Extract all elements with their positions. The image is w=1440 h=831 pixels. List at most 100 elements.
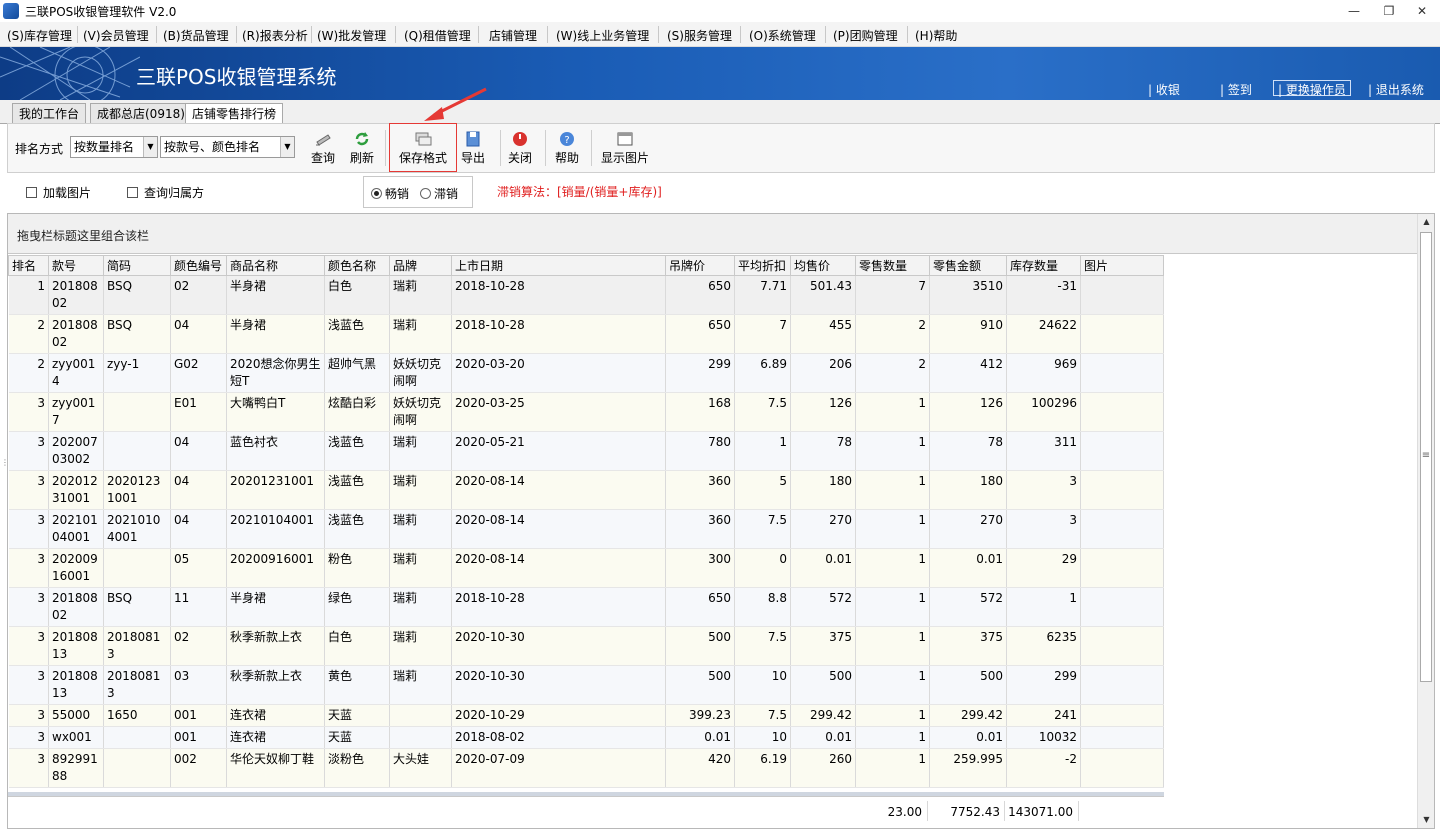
table-row[interactable]: 3 20200703002 04 蓝色衬衣 浅蓝色 瑞莉 2020-05-21 780 1 78 1… xyxy=(8,431,1164,471)
radio-slow-selling[interactable]: 滞销 xyxy=(420,185,458,202)
query-owner-checkbox[interactable]: 查询归属方 xyxy=(127,184,204,201)
menu-bar: (S)库存管理 (V)会员管理 (B)货品管理 (R)报表分析 (W)批发管理 … xyxy=(0,22,1440,47)
table-cell: 浅蓝色 xyxy=(324,470,390,510)
menu-system[interactable]: (O)系统管理 xyxy=(749,27,816,44)
nav-cashier[interactable]: | 收银 xyxy=(1148,81,1180,97)
restore-button[interactable]: ❐ xyxy=(1375,2,1403,20)
menu-wholesale[interactable]: (W)批发管理 xyxy=(317,27,386,44)
help-button[interactable]: ? 帮助 xyxy=(552,128,582,170)
table-row[interactable]: 3 wx001 001 连衣裙 天蓝 2018-08-02 0.01 10 0.01 1 0.01 1… xyxy=(8,726,1164,749)
chevron-down-icon[interactable]: ▼ xyxy=(143,137,157,157)
nav-change-operator[interactable]: | 更换操作员 xyxy=(1273,80,1351,97)
column-header[interactable]: 颜色编号 xyxy=(170,255,227,276)
menu-help[interactable]: (H)帮助 xyxy=(915,27,957,44)
table-cell: 002 xyxy=(170,748,227,788)
table-cell: 7.71 xyxy=(734,275,791,315)
group-by-area[interactable]: 拖曳栏标题这里组合该栏 xyxy=(8,214,1418,254)
column-header[interactable]: 零售数量 xyxy=(855,255,930,276)
column-header[interactable]: 品牌 xyxy=(389,255,452,276)
menu-inventory[interactable]: (S)库存管理 xyxy=(7,27,72,44)
table-cell: 白色 xyxy=(324,275,390,315)
close-window-button[interactable]: ✕ xyxy=(1408,2,1436,20)
ranking-grid: 拖曳栏标题这里组合该栏 排名 款号 简码 颜色编号 商品名称 颜色名称 品牌 上市日期 吊牌价平… xyxy=(7,213,1435,829)
table-cell: 501.43 xyxy=(790,275,856,315)
column-header[interactable]: 零售金额 xyxy=(929,255,1007,276)
table-cell: 3 xyxy=(8,392,49,432)
slow-selling-formula: 滞销算法：[销量/(销量+库存)] xyxy=(497,185,662,199)
vertical-scrollbar[interactable]: ▲ ≡ ▼ xyxy=(1417,214,1434,828)
column-header[interactable]: 款号 xyxy=(48,255,104,276)
sales-type-radio-group: 畅销 滞销 xyxy=(363,176,473,208)
total-retail-qty: 23.00 xyxy=(887,805,922,819)
query-button[interactable]: 查询 xyxy=(308,128,338,170)
table-cell: 78 xyxy=(929,431,1007,471)
table-cell: 0 xyxy=(734,548,791,588)
minimize-button[interactable]: — xyxy=(1340,2,1368,20)
close-button[interactable]: 关闭 xyxy=(505,128,535,170)
column-header[interactable]: 平均折扣 xyxy=(734,255,791,276)
table-cell: 259.995 xyxy=(929,748,1007,788)
table-cell: 2018-10-28 xyxy=(451,314,666,354)
table-row[interactable]: 2 20180802 BSQ 04 半身裙 浅蓝色 瑞莉 2018-10-28 650 7 455 2… xyxy=(8,314,1164,354)
table-cell: -31 xyxy=(1006,275,1081,315)
load-image-checkbox[interactable]: 加载图片 xyxy=(26,184,91,201)
table-cell: 连衣裙 xyxy=(226,726,325,749)
chevron-down-icon[interactable]: ▼ xyxy=(280,137,294,157)
column-header[interactable]: 颜色名称 xyxy=(324,255,390,276)
table-row[interactable]: 2 zyy0014 zyy-1 G02 2020想念你男生短T 超帅气黑 妖妖切克闹啊 202… xyxy=(8,353,1164,393)
menu-store[interactable]: 店铺管理 xyxy=(489,27,537,44)
sort-method-select[interactable]: 按数量排名 ▼ xyxy=(70,136,158,158)
menu-goods[interactable]: (B)货品管理 xyxy=(163,27,229,44)
menu-reports[interactable]: (R)报表分析 xyxy=(242,27,308,44)
menu-member[interactable]: (V)会员管理 xyxy=(83,27,149,44)
table-cell: 2020-03-25 xyxy=(451,392,666,432)
column-header[interactable]: 吊牌价 xyxy=(665,255,735,276)
splitter-grip-icon[interactable]: ⋮ xyxy=(1,458,9,470)
table-row[interactable]: 1 20180802 BSQ 02 半身裙 白色 瑞莉 2018-10-28 650 7.71 50… xyxy=(8,275,1164,315)
table-cell: 瑞莉 xyxy=(389,275,452,315)
table-row[interactable]: 3 20180813 20180813 03 秋季新款上衣 黄色 瑞莉 2020-10-30 5… xyxy=(8,665,1164,705)
table-row[interactable]: 3 89299188 002 华伦天奴柳丁鞋 淡粉色 大头娃 2020-07-09 420 6.… xyxy=(8,748,1164,788)
table-cell: 黄色 xyxy=(324,665,390,705)
table-row[interactable]: 3 20210104001 20210104001 04 20210104001 浅蓝色瑞… xyxy=(8,509,1164,549)
group-method-select[interactable]: 按款号、颜色排名 ▼ xyxy=(160,136,295,158)
tab-chengdu-store[interactable]: 成都总店(0918) xyxy=(90,103,192,124)
column-header[interactable]: 图片 xyxy=(1080,255,1164,276)
nav-exit-system[interactable]: | 退出系统 xyxy=(1368,81,1424,97)
column-header[interactable]: 库存数量 xyxy=(1006,255,1081,276)
tab-workbench[interactable]: 我的工作台 xyxy=(12,103,87,124)
column-header[interactable]: 均售价 xyxy=(790,255,856,276)
table-cell: 3 xyxy=(8,748,49,788)
scroll-up-icon[interactable]: ▲ xyxy=(1418,214,1434,230)
table-cell: 0.01 xyxy=(790,548,856,588)
scroll-down-icon[interactable]: ▼ xyxy=(1418,812,1434,828)
column-header[interactable]: 排名 xyxy=(8,255,49,276)
column-header[interactable]: 简码 xyxy=(103,255,171,276)
table-cell: 淡粉色 xyxy=(324,748,390,788)
column-header[interactable]: 商品名称 xyxy=(226,255,325,276)
export-button[interactable]: 导出 xyxy=(458,128,488,170)
tab-store-retail-ranking[interactable]: 店铺零售排行榜 xyxy=(185,103,284,125)
table-row[interactable]: 3 20200916001 05 20200916001 粉色 瑞莉 2020-08-14 3… xyxy=(8,548,1164,588)
table-cell: 天蓝 xyxy=(324,726,390,749)
menu-service[interactable]: (S)服务管理 xyxy=(667,27,732,44)
radio-hot-selling[interactable]: 畅销 xyxy=(371,185,409,202)
menu-online[interactable]: (W)线上业务管理 xyxy=(556,27,649,44)
menu-groupbuy[interactable]: (P)团购管理 xyxy=(833,27,898,44)
menu-rental[interactable]: (Q)租借管理 xyxy=(404,27,471,44)
show-image-button[interactable]: 显示图片 xyxy=(600,128,650,170)
table-row[interactable]: 3 20180813 20180813 02 秋季新款上衣 白色 瑞莉 2020-10-30 5… xyxy=(8,626,1164,666)
table-row[interactable]: 3 55000 1650 001 连衣裙 天蓝 2020-10-29 399.23 7.5 299… xyxy=(8,704,1164,727)
table-cell: 04 xyxy=(170,470,227,510)
table-row[interactable]: 3 20180802 BSQ 11 半身裙 绿色 瑞莉 2018-10-28 650 8.8 572… xyxy=(8,587,1164,627)
table-cell: 2020想念你男生短T xyxy=(226,353,325,393)
nav-signin[interactable]: | 签到 xyxy=(1220,81,1252,97)
table-cell xyxy=(389,704,452,727)
table-cell: 2020-03-20 xyxy=(451,353,666,393)
table-cell: 20180802 xyxy=(48,275,104,315)
table-row[interactable]: 3 zyy0017 E01 大嘴鸭白T 炫酷白彩 妖妖切克闹啊 2020-03-25 168 7… xyxy=(8,392,1164,432)
column-header[interactable]: 上市日期 xyxy=(451,255,666,276)
table-row[interactable]: 3 20201231001 20201231001 04 20201231001 浅蓝色瑞… xyxy=(8,470,1164,510)
table-cell: 650 xyxy=(665,314,735,354)
refresh-button[interactable]: 刷新 xyxy=(346,128,378,170)
